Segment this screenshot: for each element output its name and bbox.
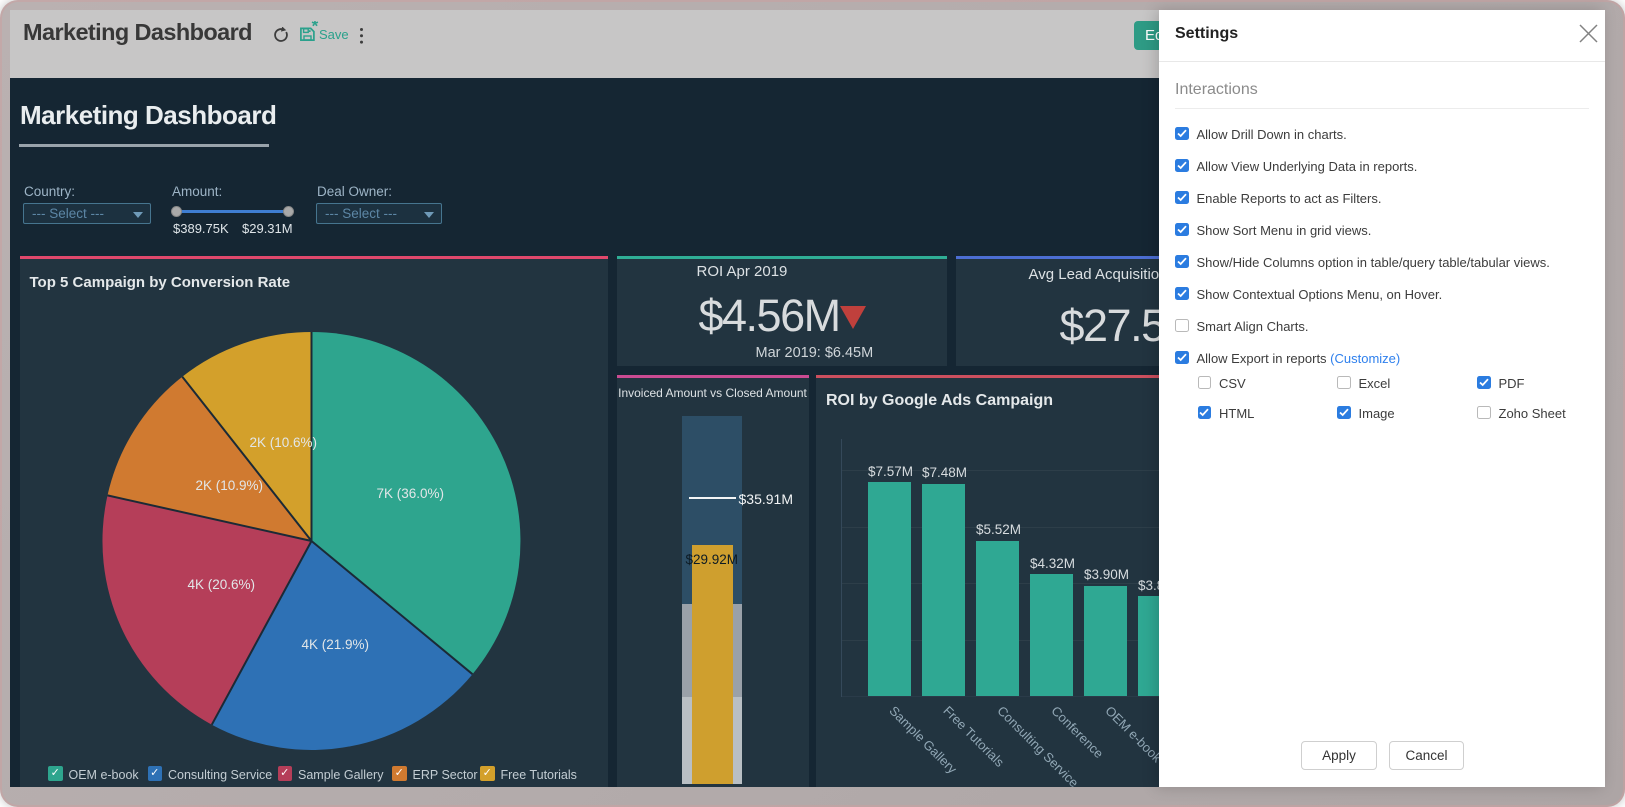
svg-text:*: * [312, 21, 319, 36]
